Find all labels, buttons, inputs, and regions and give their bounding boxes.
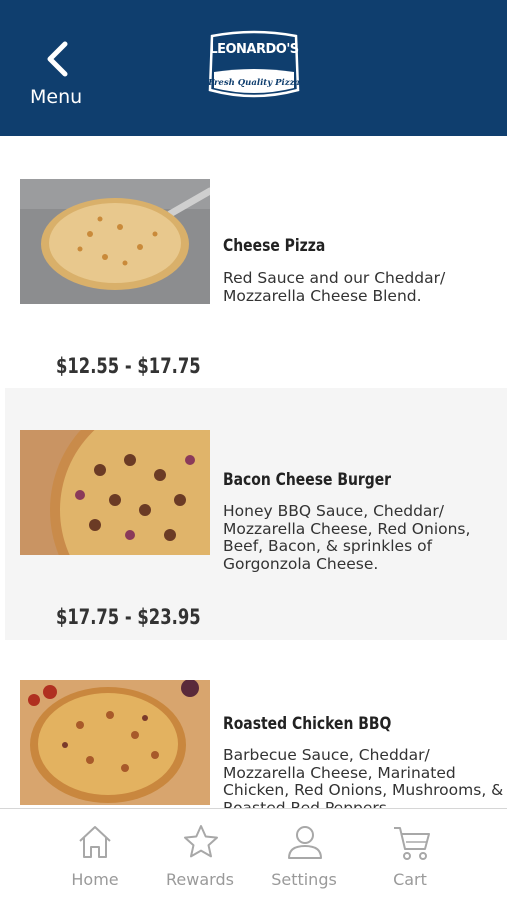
tab-cart[interactable]: Cart xyxy=(357,809,463,901)
tab-rewards[interactable]: Rewards xyxy=(147,809,253,901)
tab-settings[interactable]: Settings xyxy=(251,809,357,901)
roasted-chicken-bbq-image xyxy=(20,680,210,805)
item-description: Honey BBQ Sauce, Cheddar/ Mozzarella Che… xyxy=(223,502,471,573)
tab-label: Settings xyxy=(271,870,337,889)
logo-wordmark: LEONARDO'S xyxy=(209,42,299,57)
back-button[interactable]: Menu xyxy=(24,38,94,112)
item-price: $12.55 - $17.75 xyxy=(56,354,201,378)
cart-icon xyxy=(394,827,430,860)
item-price: $17.75 - $23.95 xyxy=(56,605,201,629)
user-icon xyxy=(288,826,322,859)
tab-label: Cart xyxy=(393,870,427,889)
bacon-cheese-burger-image xyxy=(20,430,210,555)
bottom-tab-bar: Home Rewards Settings Cart xyxy=(0,808,507,901)
logo-tagline: Fresh Quality Pizza xyxy=(208,78,300,88)
item-title: Roasted Chicken BBQ xyxy=(223,714,392,734)
tab-home[interactable]: Home xyxy=(42,809,148,901)
item-description: Red Sauce and our Cheddar/ Mozzarella Ch… xyxy=(223,269,446,305)
menu-item[interactable]: Cheese Pizza Red Sauce and our Cheddar/ … xyxy=(5,136,507,388)
item-title: Bacon Cheese Burger xyxy=(223,470,392,490)
chevron-left-icon xyxy=(47,41,68,77)
tab-label: Home xyxy=(71,870,119,889)
tab-label: Rewards xyxy=(166,870,234,889)
menu-list: Cheese Pizza Red Sauce and our Cheddar/ … xyxy=(0,136,507,808)
home-icon xyxy=(79,826,111,858)
brand-logo: LEONARDO'S Fresh Quality Pizza xyxy=(206,30,302,100)
star-icon xyxy=(184,825,218,858)
menu-item[interactable]: Bacon Cheese Burger Honey BBQ Sauce, Che… xyxy=(5,388,507,640)
app-header: Menu LEONARDO'S Fresh Quality Pizza xyxy=(0,0,507,136)
item-description: Barbecue Sauce, Cheddar/ Mozzarella Chee… xyxy=(223,746,504,808)
item-title: Cheese Pizza xyxy=(223,236,326,256)
cheese-pizza-image xyxy=(20,179,210,304)
back-label: Menu xyxy=(30,86,83,108)
menu-item[interactable]: Roasted Chicken BBQ Barbecue Sauce, Ched… xyxy=(5,640,507,808)
